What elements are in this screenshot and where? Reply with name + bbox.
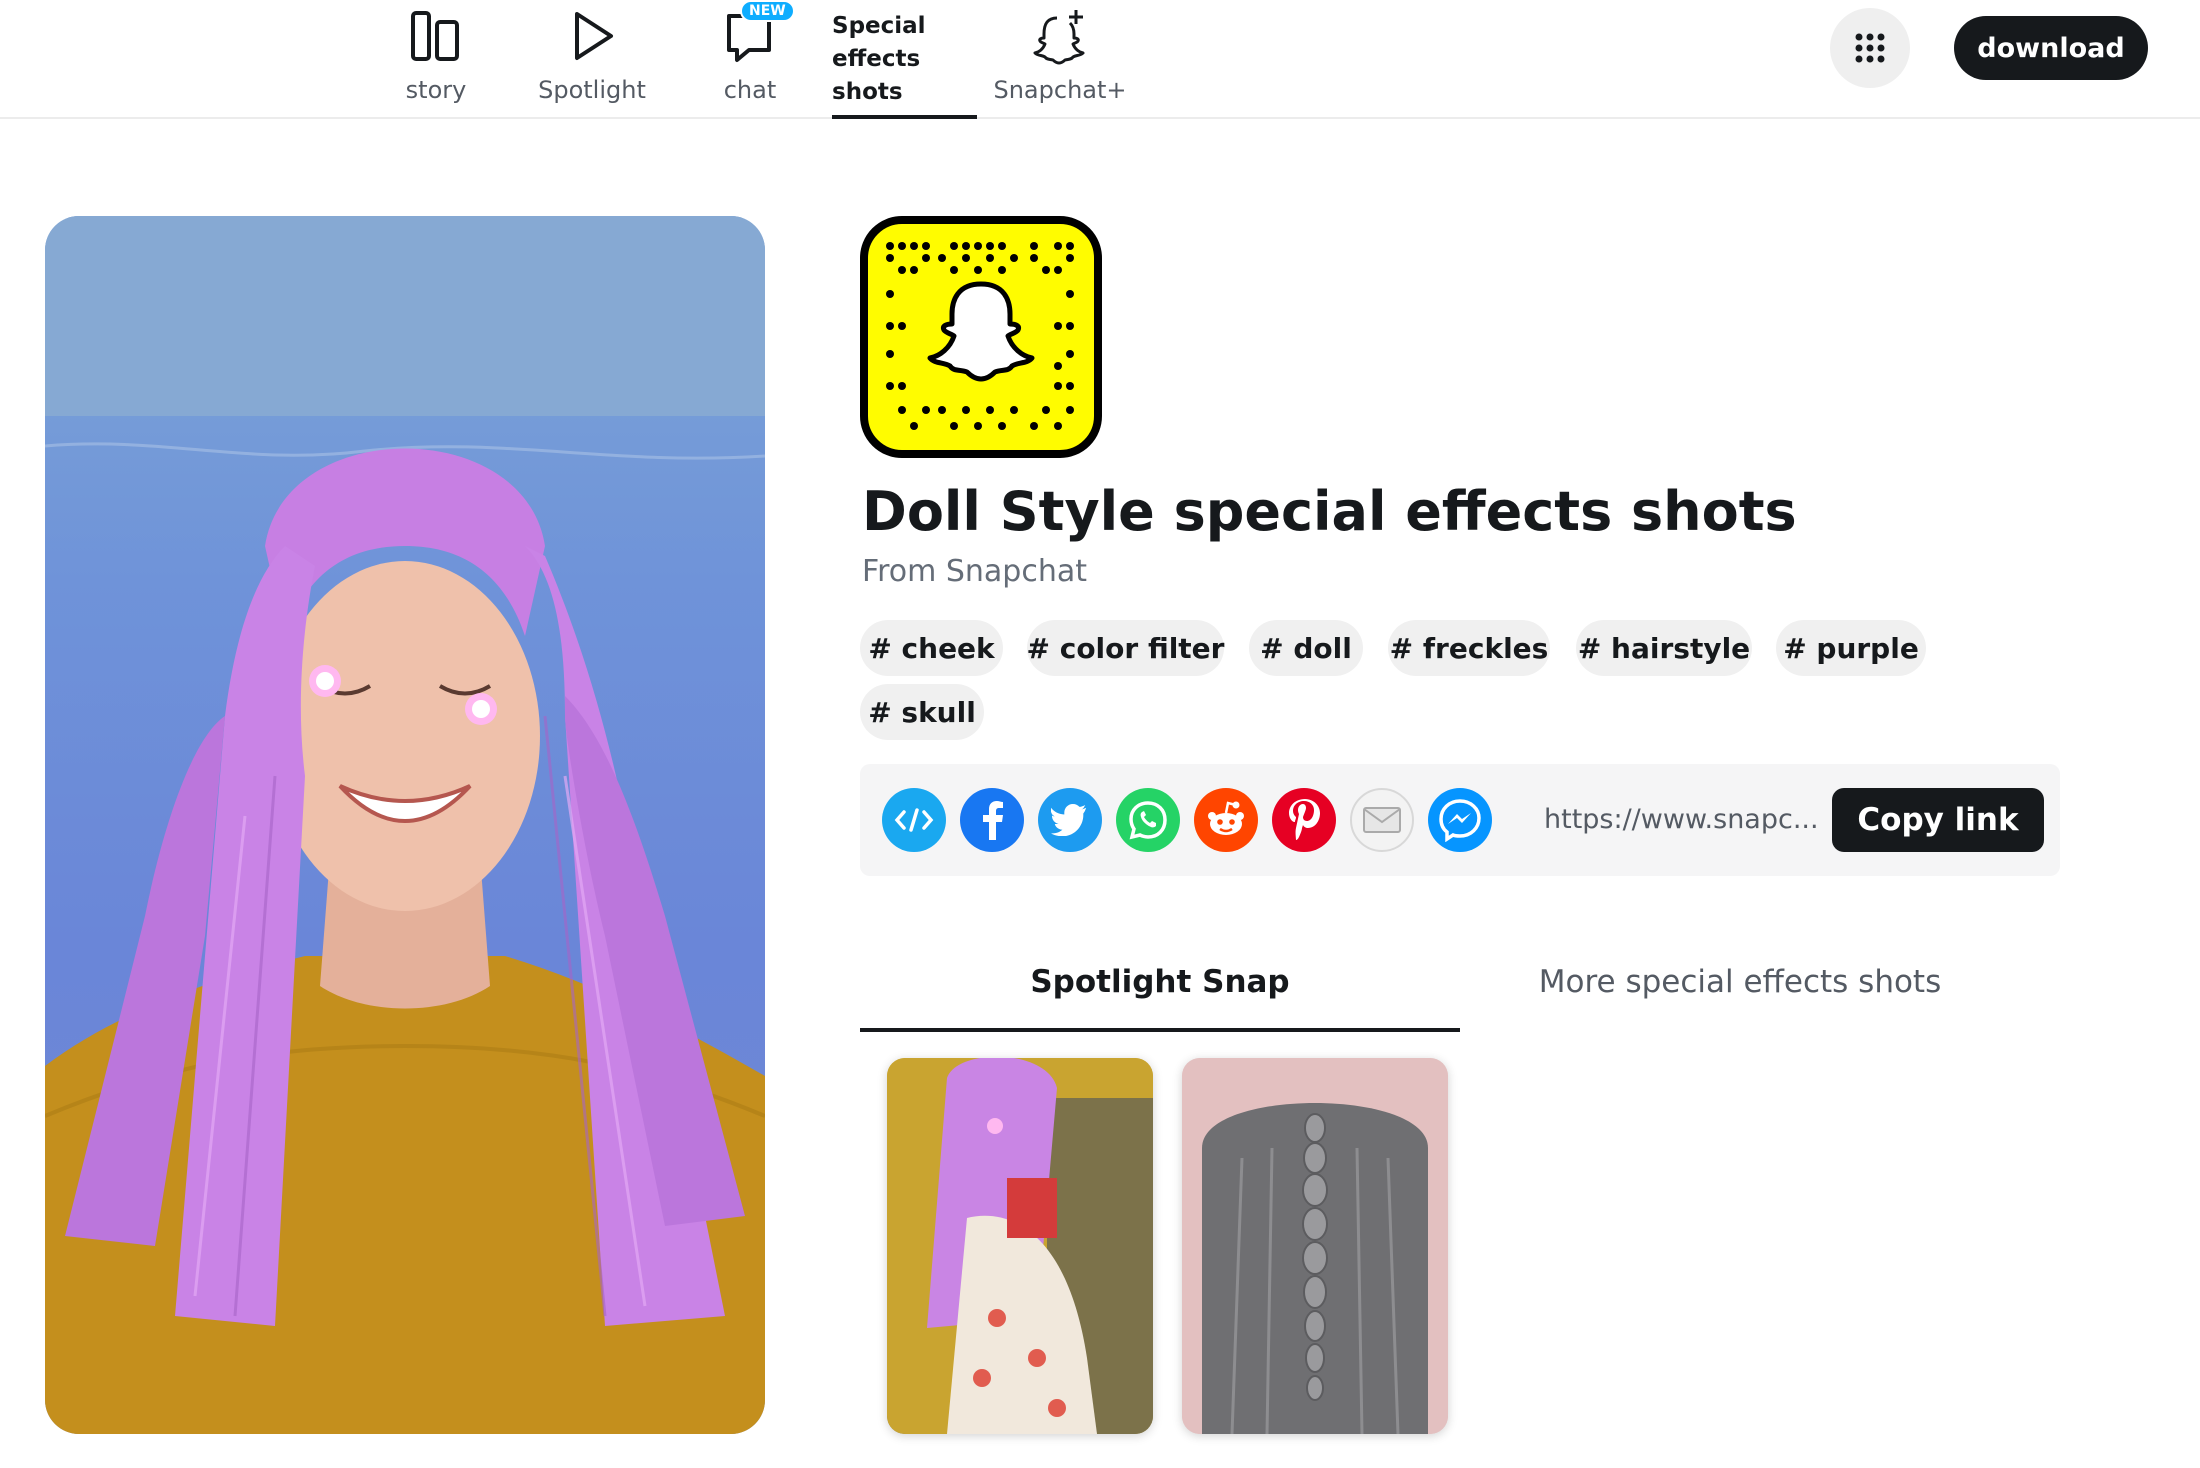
tag-hairstyle[interactable]: # hairstyle (1576, 620, 1752, 676)
nav-chat-label: chat (723, 76, 777, 104)
download-button[interactable]: download (1954, 16, 2148, 80)
whatsapp-share-button[interactable] (1116, 788, 1180, 852)
grid-icon (1855, 33, 1885, 63)
tag-purple[interactable]: # purple (1776, 620, 1926, 676)
nav-special-effects-label: Special effects shots (832, 13, 926, 105)
tag-skull[interactable]: # skull (860, 684, 984, 740)
reddit-share-button[interactable] (1194, 788, 1258, 852)
embed-icon (894, 808, 934, 832)
new-badge: NEW (740, 0, 795, 22)
spotlight-thumbnail-2[interactable] (1182, 1058, 1448, 1434)
messenger-share-button[interactable] (1428, 788, 1492, 852)
skull-sticker-left (309, 665, 341, 697)
stories-icon (411, 11, 459, 61)
tag-freckles[interactable]: # freckles (1388, 620, 1550, 676)
messenger-icon (1439, 799, 1481, 842)
lens-preview-image[interactable] (45, 216, 765, 1434)
tag-doll[interactable]: # doll (1249, 620, 1363, 676)
preview-illustration (45, 216, 765, 1434)
whatsapp-icon (1129, 801, 1167, 840)
lens-author: From Snapchat (862, 554, 1087, 589)
share-bar: https://www.snapc... Copy link (860, 764, 2060, 876)
pinterest-icon (1289, 799, 1320, 840)
nav-snapchat-plus[interactable]: Snapchat+ (990, 0, 1130, 119)
lens-title: Doll Style special effects shots (862, 480, 1797, 543)
apps-button[interactable] (1830, 8, 1910, 88)
tab-more-special-effects[interactable]: More special effects shots (1460, 948, 2020, 1032)
twitter-share-button[interactable] (1038, 788, 1102, 852)
snapcode-image[interactable] (860, 216, 1102, 458)
content-tabs: Spotlight Snap More special effects shot… (860, 948, 2060, 1032)
top-nav: story Spotlight chat NEW Special effects… (0, 0, 2200, 119)
tab-spotlight-snap[interactable]: Spotlight Snap (860, 948, 1460, 1032)
facebook-icon (983, 801, 1003, 840)
embed-button[interactable] (882, 788, 946, 852)
nav-active-underline (832, 115, 977, 119)
share-url-field[interactable]: https://www.snapc... (1544, 804, 1819, 835)
spotlight-thumbnail-1[interactable] (887, 1058, 1153, 1434)
nav-special-effects[interactable]: Special effects shots (832, 0, 977, 119)
pinterest-share-button[interactable] (1272, 788, 1336, 852)
twitter-icon (1051, 804, 1087, 836)
tag-cheek[interactable]: # cheek (860, 620, 1003, 676)
nav-spotlight[interactable]: Spotlight (532, 0, 652, 119)
facebook-share-button[interactable] (960, 788, 1024, 852)
email-share-button[interactable] (1350, 788, 1414, 852)
nav-story[interactable]: story (386, 0, 486, 119)
nav-snapchat-plus-label: Snapchat+ (993, 76, 1127, 104)
nav-spotlight-label: Spotlight (538, 76, 646, 104)
nav-story-label: story (405, 76, 467, 104)
email-icon (1363, 807, 1401, 833)
copy-link-button[interactable]: Copy link (1832, 788, 2044, 852)
ghost-plus-icon (1033, 10, 1085, 65)
tag-color-filter[interactable]: # color filter (1027, 620, 1224, 676)
reddit-icon (1208, 801, 1244, 835)
play-icon (575, 12, 613, 60)
thumbnail-1-illustration (887, 1058, 1153, 1434)
thumbnail-2-illustration (1182, 1058, 1448, 1434)
skull-sticker-right (465, 693, 497, 725)
